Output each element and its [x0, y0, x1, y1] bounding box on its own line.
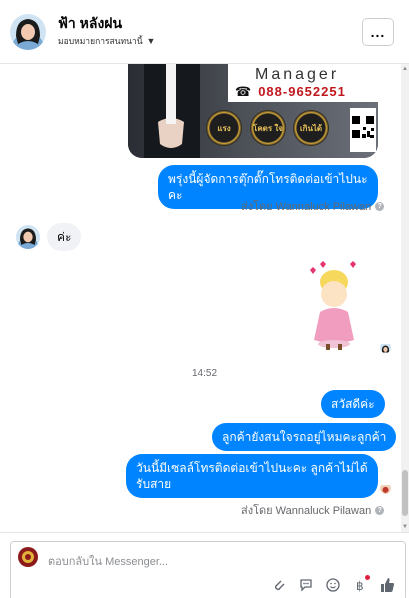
scrollbar-thumb[interactable]: [402, 470, 408, 516]
ad-badge: แรง: [206, 110, 242, 146]
message-thread: Manager ☎ 088-9652251 แรง โคตร ใจ เกินได้…: [0, 64, 409, 532]
notification-dot: [365, 575, 370, 580]
message-bubble-out[interactable]: ลูกค้ายังสนใจรถอยู่ไหมคะลูกค้า: [212, 423, 397, 451]
caret-down-icon: ▼: [146, 36, 156, 46]
reply-input[interactable]: ตอบกลับใน Messenger...: [48, 552, 168, 570]
ad-badge: เกินได้: [293, 110, 329, 146]
composer-toolbar: ฿: [270, 575, 395, 593]
sent-by-label: ส่งโดย Wannaluck Pilawan?: [241, 197, 385, 215]
qr-code-icon: [350, 108, 376, 152]
assign-conversation[interactable]: มอบหมายการสนทนานี้ ▼: [58, 34, 155, 48]
contact-avatar[interactable]: [10, 14, 46, 50]
message-bubble-out[interactable]: วันนี้มีเซลล์โทรติดต่อเข้าไปนะคะ ลูกค้าไ…: [126, 454, 378, 498]
ad-badge: โคตร ใจ: [250, 110, 286, 146]
help-icon[interactable]: ?: [375, 201, 385, 211]
message-bubble-in[interactable]: ค่ะ: [47, 223, 82, 251]
page-avatar-icon: [18, 547, 38, 567]
scroll-up-icon[interactable]: ▲: [402, 66, 408, 72]
attachment-icon[interactable]: [270, 576, 287, 593]
message-timestamp: 14:52: [192, 368, 218, 379]
scroll-down-icon[interactable]: ▼: [402, 524, 408, 530]
image-attachment[interactable]: Manager ☎ 088-9652251 แรง โคตร ใจ เกินได้: [128, 64, 378, 158]
sent-by-label: ส่งโดย Wannaluck Pilawan?: [241, 501, 385, 519]
assign-label: มอบหมายการสนทนานี้: [58, 36, 143, 46]
more-options-button[interactable]: ...: [362, 18, 394, 46]
dollar-icon[interactable]: ฿: [351, 575, 370, 593]
message-bubble-out[interactable]: สวัสดีค่ะ: [321, 390, 385, 418]
thread-scrollbar[interactable]: ▲ ▼: [401, 64, 409, 532]
conversation-header: ฟ้า หลังฝน มอบหมายการสนทนานี้ ▼ ...: [0, 0, 409, 64]
contact-avatar-small: [16, 225, 40, 249]
like-icon[interactable]: [378, 576, 395, 593]
svg-text:฿: ฿: [356, 579, 364, 592]
sticker-image[interactable]: [300, 260, 366, 352]
contact-name: ฟ้า หลังฝน: [58, 15, 123, 31]
ad-phone: ☎ 088-9652251: [235, 84, 346, 99]
person-image: [144, 64, 200, 158]
read-receipt-avatar: [380, 342, 391, 353]
ad-title: Manager: [255, 66, 340, 83]
saved-reply-icon[interactable]: [297, 576, 314, 593]
message-composer: ตอบกลับใน Messenger... ฿: [0, 532, 409, 598]
read-receipt-avatar: [380, 483, 391, 494]
emoji-icon[interactable]: [324, 576, 341, 593]
help-icon[interactable]: ?: [375, 505, 385, 515]
more-icon: ...: [370, 24, 386, 40]
phone-icon: ☎: [235, 84, 253, 99]
